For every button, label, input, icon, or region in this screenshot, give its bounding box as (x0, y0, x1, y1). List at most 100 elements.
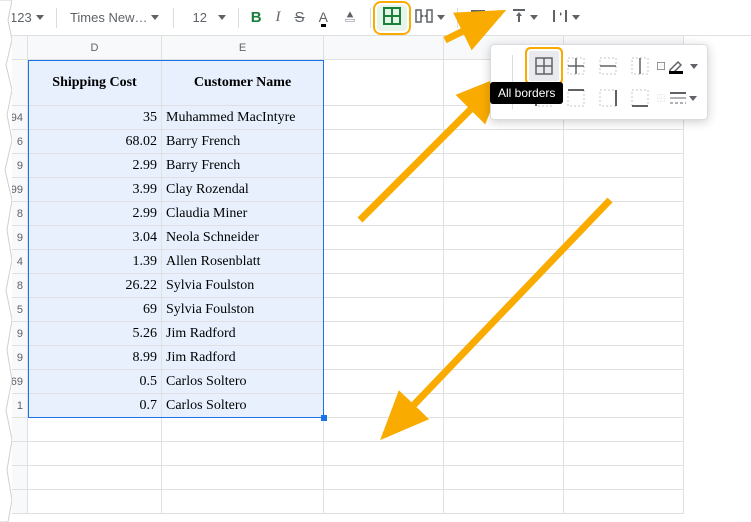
border-outer-button[interactable] (657, 51, 665, 81)
cell[interactable] (324, 466, 444, 490)
cell[interactable]: Customer Name (162, 60, 324, 106)
cell[interactable]: Allen Rosenblatt (162, 250, 324, 274)
strikethrough-button[interactable]: S (289, 5, 311, 31)
cell[interactable]: Jim Radford (162, 322, 324, 346)
border-bottom-button[interactable] (625, 83, 655, 113)
cell[interactable] (162, 466, 324, 490)
cell[interactable] (324, 298, 444, 322)
cell[interactable] (324, 106, 444, 130)
font-family-dropdown[interactable]: Times New… (63, 5, 167, 31)
cell[interactable]: Carlos Soltero (162, 394, 324, 418)
cell[interactable] (324, 274, 444, 298)
cell[interactable]: 3.99 (28, 178, 162, 202)
cell[interactable] (324, 490, 444, 514)
cell[interactable] (564, 154, 684, 178)
cell[interactable] (564, 466, 684, 490)
cell[interactable]: 5.26 (28, 322, 162, 346)
cell[interactable]: 1.39 (28, 250, 162, 274)
border-top-button[interactable] (561, 83, 591, 113)
cell[interactable] (564, 370, 684, 394)
selection-handle[interactable] (321, 415, 327, 421)
cell[interactable] (324, 370, 444, 394)
italic-button[interactable]: I (270, 5, 287, 31)
font-size-dropdown[interactable]: 12 (180, 5, 232, 31)
cell[interactable]: Muhammed MacIntyre (162, 106, 324, 130)
cell[interactable] (444, 298, 564, 322)
cell[interactable] (564, 490, 684, 514)
border-all-button[interactable] (529, 51, 559, 81)
cell[interactable] (564, 322, 684, 346)
cell[interactable]: 68.02 (28, 130, 162, 154)
cell[interactable]: Clay Rozendal (162, 178, 324, 202)
cell[interactable]: 35 (28, 106, 162, 130)
cell[interactable]: Jim Radford (162, 346, 324, 370)
border-vertical-button[interactable] (625, 51, 655, 81)
column-header-e[interactable]: E (162, 36, 324, 60)
border-right-button[interactable] (593, 83, 623, 113)
cell[interactable] (28, 466, 162, 490)
cell[interactable] (444, 250, 564, 274)
border-horizontal-button[interactable] (593, 51, 623, 81)
cell[interactable]: 0.5 (28, 370, 162, 394)
column-header-d[interactable]: D (28, 36, 162, 60)
cell[interactable] (564, 298, 684, 322)
cell[interactable] (324, 322, 444, 346)
cell[interactable] (564, 346, 684, 370)
cell[interactable] (444, 490, 564, 514)
cell[interactable] (324, 178, 444, 202)
cell[interactable] (444, 466, 564, 490)
cell[interactable] (324, 442, 444, 466)
cell[interactable]: 26.22 (28, 274, 162, 298)
cell[interactable] (28, 418, 162, 442)
border-color-button[interactable] (667, 51, 699, 81)
cell[interactable] (444, 274, 564, 298)
cell[interactable]: Barry French (162, 130, 324, 154)
cell[interactable] (444, 346, 564, 370)
cell[interactable] (444, 418, 564, 442)
cell[interactable] (324, 346, 444, 370)
border-inner-button[interactable] (561, 51, 591, 81)
cell[interactable] (564, 178, 684, 202)
cell[interactable] (28, 490, 162, 514)
horizontal-align-button[interactable] (464, 5, 504, 31)
border-none-button[interactable] (657, 83, 665, 113)
cell[interactable]: Sylvia Foulston (162, 298, 324, 322)
cell[interactable] (444, 178, 564, 202)
cell[interactable] (324, 60, 444, 106)
cell[interactable] (162, 490, 324, 514)
cell[interactable] (444, 226, 564, 250)
cell[interactable] (324, 154, 444, 178)
cell[interactable] (324, 418, 444, 442)
cell[interactable] (564, 226, 684, 250)
cell[interactable]: 3.04 (28, 226, 162, 250)
cell[interactable]: 2.99 (28, 202, 162, 226)
cell[interactable] (564, 130, 684, 154)
cell[interactable]: 69 (28, 298, 162, 322)
cell[interactable] (444, 322, 564, 346)
cell[interactable] (324, 202, 444, 226)
border-style-button[interactable] (667, 83, 699, 113)
vertical-align-button[interactable] (506, 5, 544, 31)
cell[interactable]: Barry French (162, 154, 324, 178)
cell[interactable] (444, 130, 564, 154)
cell[interactable] (444, 202, 564, 226)
cell[interactable] (444, 394, 564, 418)
cell[interactable]: Claudia Miner (162, 202, 324, 226)
text-color-button[interactable]: A (313, 5, 334, 31)
bold-button[interactable]: B (245, 5, 268, 31)
column-header-f[interactable] (324, 36, 444, 60)
cell[interactable] (324, 250, 444, 274)
cell[interactable]: Shipping Cost (28, 60, 162, 106)
cell[interactable] (564, 250, 684, 274)
merge-cells-button[interactable] (409, 5, 451, 31)
cell[interactable] (324, 394, 444, 418)
cell[interactable] (444, 370, 564, 394)
cell[interactable]: Neola Schneider (162, 226, 324, 250)
cell[interactable]: 2.99 (28, 154, 162, 178)
cell[interactable] (324, 226, 444, 250)
cell[interactable] (444, 442, 564, 466)
cell[interactable] (162, 418, 324, 442)
cell[interactable] (444, 154, 564, 178)
cell[interactable]: Sylvia Foulston (162, 274, 324, 298)
cell[interactable] (564, 418, 684, 442)
